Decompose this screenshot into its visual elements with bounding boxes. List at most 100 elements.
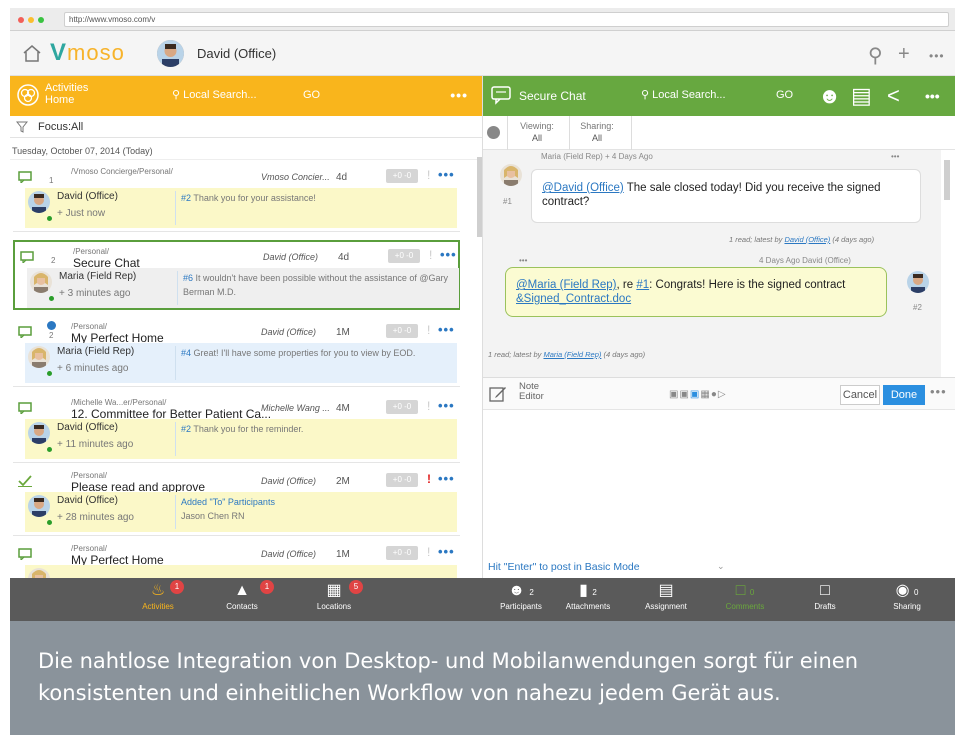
document-icon[interactable]: ▣ <box>669 389 679 400</box>
vmoso-logo[interactable]: Vmoso <box>50 39 125 67</box>
message-more-icon[interactable]: ••• <box>891 152 899 161</box>
more-icon[interactable]: ••• <box>930 384 947 399</box>
more-icon[interactable]: ••• <box>440 247 457 262</box>
more-icon[interactable]: ••• <box>438 167 455 182</box>
more-icon[interactable]: ••• <box>438 398 455 413</box>
current-user-name[interactable]: David (Office) <box>197 46 276 61</box>
latest-update[interactable]: Maria (Field Rep) + 3 minutes ago #6 It wo… <box>27 268 459 308</box>
view-filter-row: Viewing: All Sharing: All <box>483 116 955 150</box>
close-window-icon[interactable] <box>18 17 24 23</box>
vote-counter[interactable]: +0 -0 <box>386 546 418 560</box>
avatar[interactable] <box>500 164 522 186</box>
maximize-window-icon[interactable] <box>38 17 44 23</box>
flag-icon[interactable]: ! <box>427 472 431 486</box>
more-icon[interactable]: ••• <box>438 544 455 559</box>
vote-counter[interactable]: +0 -0 <box>386 400 418 414</box>
avatar[interactable] <box>28 495 50 517</box>
more-icon[interactable]: ••• <box>929 49 945 63</box>
flag-icon[interactable]: ! <box>427 168 430 182</box>
vote-counter[interactable]: +0 -0 <box>388 249 420 263</box>
done-button[interactable]: Done <box>883 385 925 405</box>
focus-filter[interactable]: Focus:All <box>10 116 482 138</box>
cancel-button[interactable]: Cancel <box>840 385 880 405</box>
filter-icon[interactable] <box>16 121 28 133</box>
online-status-icon <box>47 447 52 452</box>
avatar[interactable] <box>30 271 52 293</box>
add-icon[interactable]: + <box>898 43 910 66</box>
flag-icon[interactable]: ! <box>427 545 430 559</box>
avatar[interactable] <box>28 422 50 444</box>
enter-hint[interactable]: Hit "Enter" to post in Basic Mode <box>488 561 640 573</box>
message-more-icon[interactable]: ••• <box>519 256 527 265</box>
go-button[interactable]: GO <box>303 86 320 104</box>
video-icon[interactable]: ▷ <box>718 389 727 400</box>
activity-card[interactable]: 2/Personal/My Perfect Home David (Office)… <box>13 317 460 387</box>
document-icon[interactable]: ▣ <box>690 389 700 400</box>
add-participant-icon[interactable]: ☻ <box>818 83 841 109</box>
search-icon: ⚲ <box>641 89 650 101</box>
latest-update[interactable] <box>25 565 457 578</box>
more-icon[interactable]: ••• <box>450 87 468 103</box>
avatar[interactable] <box>157 40 184 67</box>
url-bar[interactable]: http://www.vmoso.com/v <box>64 12 949 27</box>
drafts-tab[interactable]: □ Drafts <box>795 580 855 611</box>
participants-tab[interactable]: ☻ 2 Participants <box>491 580 551 611</box>
search-icon[interactable]: ⚲ <box>868 43 883 68</box>
mention-link[interactable]: @Maria (Field Rep) <box>516 279 617 291</box>
flag-icon[interactable]: ! <box>429 248 432 262</box>
new-document-icon[interactable]: ▤ <box>851 83 872 109</box>
latest-update[interactable]: David (Office) + 11 minutes ago #2 Thank y… <box>25 419 457 459</box>
activity-card[interactable]: 1/Vmoso Concierge/Personal/Vmoso Concier… <box>13 162 460 232</box>
assignment-tab[interactable]: ▤ Assignment <box>636 580 696 611</box>
more-icon[interactable]: ••• <box>925 88 940 104</box>
viewing-filter[interactable]: Viewing: All <box>519 120 555 144</box>
panel-title: Secure Chat <box>519 89 586 103</box>
more-icon[interactable]: ••• <box>438 471 455 486</box>
mention-link[interactable]: @David (Office) <box>542 182 624 194</box>
activity-card[interactable]: /Michelle Wa...er/Personal/12. Committee… <box>13 393 460 463</box>
vote-counter[interactable]: +0 -0 <box>386 473 418 487</box>
latest-update[interactable]: David (Office) + Just now #2 Thank you for… <box>25 188 457 228</box>
share-icon[interactable]: < <box>887 83 900 109</box>
activity-card[interactable]: /Personal/My Perfect Home David (Office) 1… <box>13 539 460 578</box>
flag-icon[interactable]: ! <box>427 399 430 413</box>
vote-counter[interactable]: +0 -0 <box>386 169 418 183</box>
chat-icon[interactable] <box>490 85 512 105</box>
scrollbar[interactable] <box>944 150 950 376</box>
minimize-window-icon[interactable] <box>28 17 34 23</box>
latest-update[interactable]: Maria (Field Rep) + 6 minutes ago #4 Great… <box>25 343 457 383</box>
secure-chat-panel: Secure Chat ⚲ Local Search... GO ☻ ▤ < •… <box>483 76 955 578</box>
editor-textarea[interactable] <box>483 411 955 559</box>
activity-card[interactable]: /Personal/Please read and approve David (… <box>13 466 460 536</box>
sharing-tab[interactable]: ◉ 0 Sharing <box>877 580 937 611</box>
local-search-input[interactable]: ⚲ Local Search... <box>641 86 726 104</box>
go-button[interactable]: GO <box>776 86 793 104</box>
chat-thread: Maria (Field Rep) + 4 Days Ago ••• #1 @D… <box>483 150 941 377</box>
activity-owner: David (Office) <box>261 476 317 486</box>
document-icon[interactable]: ▣ <box>679 389 689 400</box>
attachment-link[interactable]: &Signed_Contract.doc <box>516 293 631 305</box>
format-toolbar[interactable]: ▣▣▣▦●▷ <box>669 389 727 400</box>
attachments-tab[interactable]: ▮ 2 Attachments <box>558 580 618 611</box>
avatar[interactable] <box>907 271 929 293</box>
home-icon[interactable] <box>22 44 42 62</box>
chevron-down-icon[interactable]: ⌄ <box>717 561 725 572</box>
image-icon[interactable]: ▦ <box>700 389 710 400</box>
activity-age: 1M <box>336 549 350 560</box>
avatar[interactable] <box>28 346 50 368</box>
activity-card[interactable]: 2/Personal/Secure Chat David (Office) 4d +0… <box>13 240 460 310</box>
activities-icon[interactable] <box>16 83 40 107</box>
participant-count: 2 <box>51 256 56 265</box>
vote-counter[interactable]: +0 -0 <box>386 324 418 338</box>
flag-icon[interactable]: ! <box>427 323 430 337</box>
latest-update[interactable]: David (Office) + 28 minutes ago Added "To"… <box>25 492 457 532</box>
more-icon[interactable]: ••• <box>438 322 455 337</box>
avatar[interactable] <box>28 191 50 213</box>
sharing-filter[interactable]: Sharing: All <box>577 120 617 144</box>
message-bubble[interactable]: @Maria (Field Rep), re #1: Congrats! Her… <box>505 267 887 317</box>
microphone-icon[interactable]: ● <box>711 389 718 400</box>
avatar[interactable] <box>28 568 50 578</box>
comments-tab[interactable]: □ 0 Comments <box>715 580 775 611</box>
list-icon[interactable] <box>487 126 500 139</box>
message-bubble[interactable]: @David (Office) The sale closed today! D… <box>531 169 921 223</box>
